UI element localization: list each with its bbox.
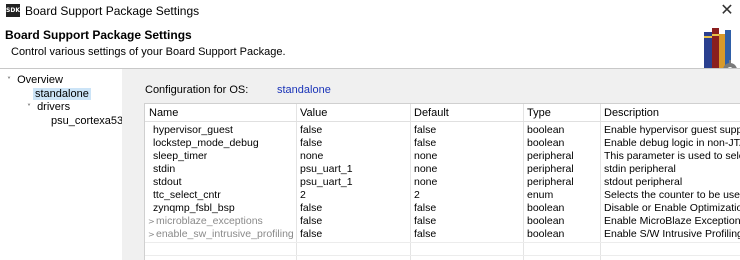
cell-description: Enable hypervisor guest support	[604, 124, 740, 136]
config-os-label: Configuration for OS:	[145, 84, 249, 96]
cell-default: none	[414, 163, 438, 175]
cell-description: This parameter is used to select s	[604, 150, 740, 162]
table-row[interactable]: lockstep_mode_debug false false boolean …	[145, 137, 740, 150]
sdk-app-icon: SDK	[6, 4, 20, 17]
expand-arrow-icon[interactable]: >	[148, 215, 155, 228]
configuration-pane: Configuration for OS: standalone Name Va…	[122, 69, 740, 260]
cell-name: sleep_timer	[153, 150, 208, 162]
cell-value[interactable]: false	[300, 202, 322, 215]
cell-name: enable_sw_intrusive_profiling	[156, 228, 294, 240]
tree-item-overview[interactable]: ˅ Overview	[4, 73, 63, 87]
cell-value[interactable]: none	[300, 150, 323, 163]
cell-value[interactable]: psu_uart_1	[300, 163, 353, 176]
cell-name: stdin	[153, 163, 176, 175]
cell-default: false	[414, 124, 437, 136]
cell-name: ttc_select_cntr	[153, 189, 221, 201]
table-row[interactable]: sleep_timer none none peripheral This pa…	[145, 150, 740, 163]
cell-value[interactable]: false	[300, 215, 322, 228]
cell-default: false	[414, 228, 437, 240]
cell-default: none	[414, 150, 438, 162]
header-description: Control various settings of your Board S…	[11, 46, 286, 58]
cell-name: microblaze_exceptions	[156, 215, 263, 227]
tree-item-standalone[interactable]: standalone	[33, 87, 91, 101]
cell-default: 2	[414, 189, 420, 201]
close-button[interactable]: ✕	[716, 0, 738, 20]
cell-default: false	[414, 215, 437, 227]
cell-type: boolean	[527, 215, 565, 227]
table-row[interactable]: ttc_select_cntr 2 2 enum Selects the cou…	[145, 189, 740, 202]
cell-description: stdout peripheral	[604, 176, 683, 188]
cell-default: false	[414, 202, 437, 214]
cell-name: zynqmp_fsbl_bsp	[153, 202, 235, 214]
cell-type: boolean	[527, 202, 565, 214]
table-row[interactable]: hypervisor_guest false false boolean Ena…	[145, 124, 740, 137]
title-bar: SDK Board Support Package Settings ✕	[0, 0, 740, 22]
cell-default: none	[414, 176, 438, 188]
cell-description: Disable or Enable Optimization f	[604, 202, 740, 214]
row-divider	[145, 255, 740, 256]
cell-type: boolean	[527, 124, 565, 136]
cell-type: boolean	[527, 137, 565, 149]
cell-default: false	[414, 137, 437, 149]
cell-type: peripheral	[527, 150, 574, 162]
settings-tree: ˅ Overview standalone ˅ drivers psu_cort…	[0, 69, 135, 260]
cell-description: Selects the counter to be used in	[604, 189, 740, 201]
dialog-header: Board Support Package Settings Control v…	[0, 22, 740, 78]
expand-chevron-icon[interactable]: ˅	[24, 101, 34, 115]
table-row[interactable]: zynqmp_fsbl_bsp false false boolean Disa…	[145, 202, 740, 215]
expand-chevron-icon[interactable]: ˅	[4, 74, 14, 88]
settings-table: Name Value Default Type Description hype…	[144, 103, 740, 260]
tree-item-label: standalone	[33, 88, 91, 100]
header-title: Board Support Package Settings	[5, 28, 192, 42]
cell-name: lockstep_mode_debug	[153, 137, 259, 149]
cell-description: Enable MicroBlaze Exceptions	[604, 215, 740, 227]
table-row[interactable]: > enable_sw_intrusive_profiling false fa…	[145, 228, 740, 241]
column-header-type[interactable]: Type	[527, 107, 551, 119]
table-row[interactable]: stdin psu_uart_1 none peripheral stdin p…	[145, 163, 740, 176]
cell-name: hypervisor_guest	[153, 124, 233, 136]
row-divider	[145, 242, 740, 243]
cell-value[interactable]: psu_uart_1	[300, 176, 353, 189]
cell-description: stdin peripheral	[604, 163, 676, 175]
cell-value[interactable]: false	[300, 228, 322, 241]
tree-item-label: drivers	[37, 101, 71, 113]
expand-arrow-icon[interactable]: >	[148, 228, 155, 241]
config-os-value: standalone	[277, 84, 331, 96]
table-header: Name Value Default Type Description	[145, 104, 740, 122]
column-header-name[interactable]: Name	[149, 107, 178, 119]
column-header-description[interactable]: Description	[604, 107, 659, 119]
column-header-default[interactable]: Default	[414, 107, 449, 119]
table-row[interactable]: > microblaze_exceptions false false bool…	[145, 215, 740, 228]
tree-item-drivers[interactable]: ˅ drivers	[24, 100, 70, 114]
window-title: Board Support Package Settings	[25, 4, 200, 18]
table-row[interactable]: stdout psu_uart_1 none peripheral stdout…	[145, 176, 740, 189]
column-header-value[interactable]: Value	[300, 107, 327, 119]
cell-type: peripheral	[527, 163, 574, 175]
cell-value[interactable]: false	[300, 137, 322, 150]
tree-item-label: Overview	[17, 74, 63, 86]
cell-type: peripheral	[527, 176, 574, 188]
cell-type: boolean	[527, 228, 565, 240]
cell-name: stdout	[153, 176, 182, 188]
cell-value[interactable]: false	[300, 124, 322, 137]
cell-value[interactable]: 2	[300, 189, 306, 202]
cell-type: enum	[527, 189, 554, 201]
cell-description: Enable S/W Intrusive Profiling or	[604, 228, 740, 240]
cell-description: Enable debug logic in non-JTAG	[604, 137, 740, 149]
